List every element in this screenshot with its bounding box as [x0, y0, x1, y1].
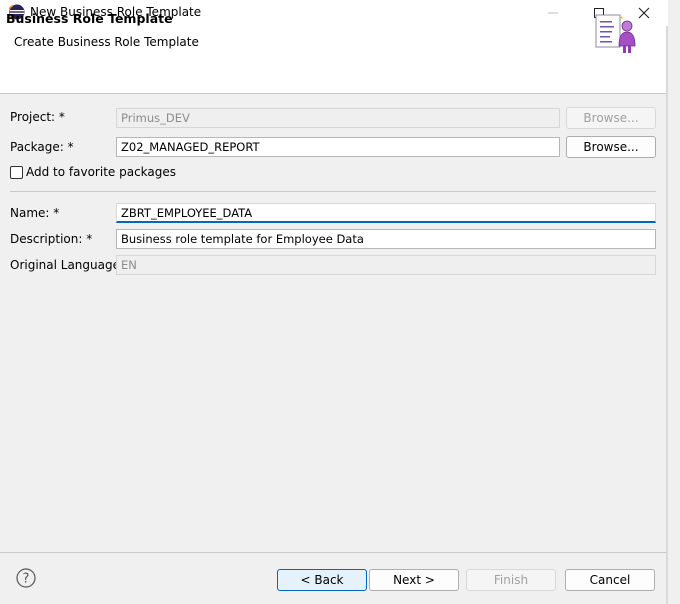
favorite-label[interactable]: Add to favorite packages [26, 165, 176, 179]
favorite-checkbox[interactable] [10, 166, 23, 179]
project-label: Project: * [10, 110, 65, 124]
package-browse-button[interactable]: Browse... [566, 136, 656, 158]
footer-separator [0, 552, 666, 553]
banner-title: Business Role Template [6, 11, 173, 26]
description-label: Description: * [10, 232, 93, 246]
description-input[interactable]: Business role template for Employee Data [116, 229, 656, 249]
business-role-template-icon [595, 14, 636, 53]
language-field: EN [116, 255, 656, 275]
name-input[interactable]: ZBRT_EMPLOYEE_DATA [116, 203, 656, 223]
window-border [666, 26, 668, 604]
svg-text:?: ? [23, 572, 30, 587]
finish-button: Finish [466, 569, 556, 591]
minimize-icon [548, 12, 558, 14]
back-button[interactable]: < Back [277, 569, 367, 591]
minimize-button[interactable] [530, 0, 576, 26]
package-label: Package: * [10, 140, 74, 154]
next-button[interactable]: Next > [369, 569, 459, 591]
name-label: Name: * [10, 206, 60, 220]
package-input[interactable]: Z02_MANAGED_REPORT [116, 137, 560, 157]
language-label: Original Language: [10, 258, 125, 272]
banner-subtitle: Create Business Role Template [14, 35, 199, 49]
help-icon[interactable]: ? [16, 568, 36, 588]
project-field: Primus_DEV [116, 108, 560, 128]
separator [10, 191, 656, 192]
cancel-button[interactable]: Cancel [565, 569, 655, 591]
project-browse-button: Browse... [566, 107, 656, 129]
